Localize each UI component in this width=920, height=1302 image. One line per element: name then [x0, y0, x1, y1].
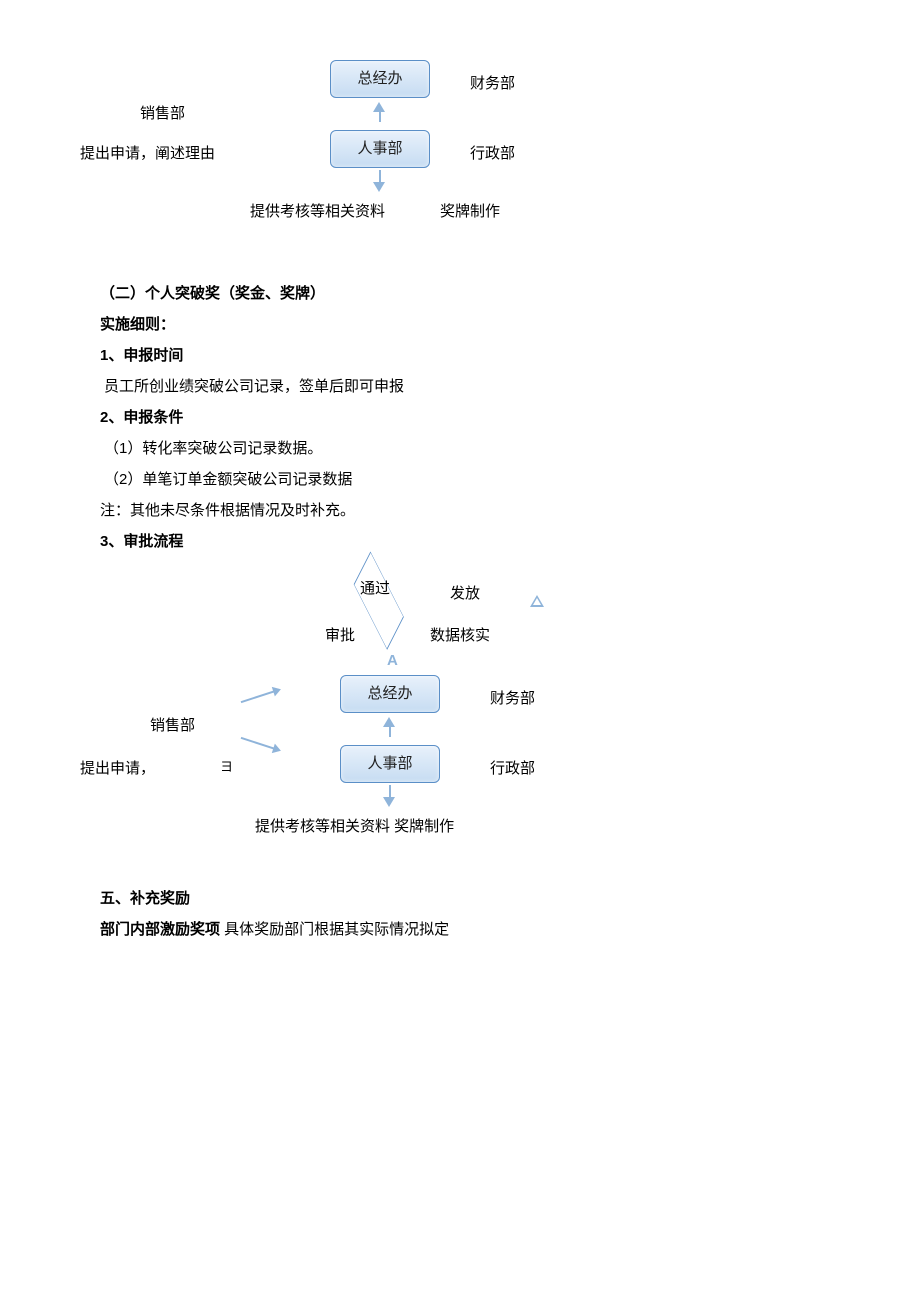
section5-line-rest: 具体奖励部门根据其实际情况拟定 — [220, 921, 449, 938]
section2-no2-item1: （1）转化率突破公司记录数据。 — [100, 435, 820, 462]
section2-heading: （二）个人突破奖（奖金、奖牌） — [100, 280, 820, 307]
label-admin: 行政部 — [470, 140, 515, 167]
section2-no1-body: 员工所创业绩突破公司记录，签单后即可申报 — [100, 373, 820, 400]
triangle-icon — [530, 595, 544, 607]
node-general-office: 总经办 — [330, 60, 430, 98]
arrow-up-icon — [373, 102, 385, 112]
section2-no2-title: 2、申报条件 — [100, 404, 820, 431]
section2-no1-title: 1、申报时间 — [100, 342, 820, 369]
label-admin-2: 行政部 — [490, 755, 535, 782]
label-approve: 审批 — [325, 622, 355, 649]
section2-rule-title: 实施细则： — [100, 311, 820, 338]
section-supplementary: 五、补充奖励 部门内部激励奖项 具体奖励部门根据其实际情况拟定 — [100, 885, 820, 943]
label-sales-sub-right: ヨ — [220, 755, 233, 778]
label-finance-2: 财务部 — [490, 685, 535, 712]
arrow-up-icon-2 — [383, 717, 395, 727]
section5-line: 部门内部激励奖项 具体奖励部门根据其实际情况拟定 — [100, 916, 820, 943]
label-sales: 销售部 — [140, 100, 185, 127]
label-finance: 财务部 — [470, 70, 515, 97]
section2-no2-item2: （2）单笔订单金额突破公司记录数据 — [100, 466, 820, 493]
section2-no3-title: 3、审批流程 — [100, 528, 820, 555]
section-personal-breakthrough: （二）个人突破奖（奖金、奖牌） 实施细则： 1、申报时间 员工所创业绩突破公司记… — [100, 280, 820, 555]
label-sales-sub-left: 提出申请， — [80, 755, 155, 782]
flow-diagram-1: 总经办 人事部 销售部 提出申请，阐述理由 财务部 行政部 提供考核等相关资料 … — [100, 60, 820, 260]
section5-title: 五、补充奖励 — [100, 885, 820, 912]
node-general-office-2: 总经办 — [340, 675, 440, 713]
label-sales-2: 销售部 — [150, 712, 195, 739]
label-provide: 提供考核等相关资料 — [250, 198, 385, 225]
diamond-label: 通过 — [360, 580, 390, 597]
label-issue: 发放 — [450, 580, 480, 607]
arrow-down-icon-2 — [383, 797, 395, 807]
label-sales-sub: 提出申请，阐述理由 — [80, 140, 215, 167]
label-medal: 奖牌制作 — [440, 198, 500, 225]
section5-line-bold: 部门内部激励奖项 — [100, 921, 220, 938]
slant-arrow-up — [241, 689, 280, 703]
node-hr-2: 人事部 — [340, 745, 440, 783]
section2-no2-note: 注：其他未尽条件根据情况及时补充。 — [100, 497, 820, 524]
slant-arrow-down — [241, 737, 280, 751]
arrow-down-icon — [373, 182, 385, 192]
node-pass-diamond: 通过 — [325, 565, 425, 613]
label-verify: 数据核实 — [430, 622, 490, 649]
node-hr: 人事部 — [330, 130, 430, 168]
label-bottom-2: 提供考核等相关资料 奖牌制作 — [255, 813, 454, 840]
flow-diagram-2: 通过 发放 审批 数据核实 A 总经办 人事部 销售部 提出申请， ヨ 财务部 … — [100, 565, 820, 845]
label-a: A — [387, 647, 398, 674]
